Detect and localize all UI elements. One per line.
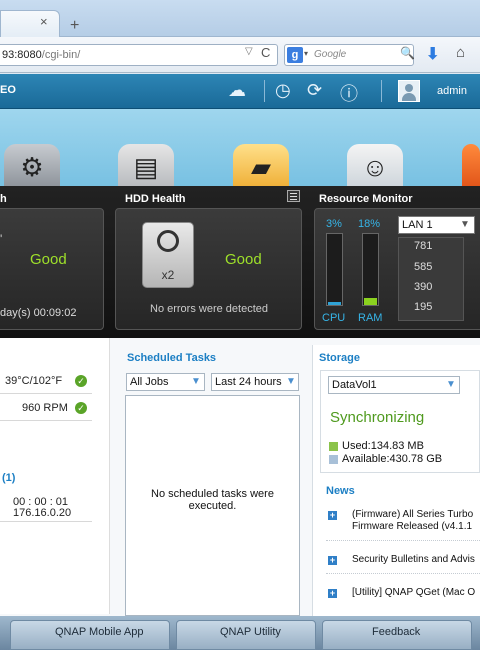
available-space: Available:430.78 GB <box>342 453 443 465</box>
header-divider <box>264 80 265 102</box>
divider <box>0 521 92 522</box>
empty-task-line: No scheduled tasks were <box>151 488 274 500</box>
divider <box>0 393 92 394</box>
chevron-down-icon[interactable]: ▼ <box>446 379 456 390</box>
hdd-health-title: HDD Health <box>125 193 186 205</box>
check-icon: ✓ <box>75 402 87 414</box>
cpu-meter <box>326 233 343 306</box>
fan-speed-value: 960 RPM <box>22 402 68 414</box>
lan-tick: 781 <box>414 240 433 252</box>
gear-icon: ⚙ <box>20 152 44 182</box>
hdd-health-status: Good <box>225 251 262 268</box>
download-icon[interactable]: ⬇ <box>426 44 439 64</box>
storage-manager-app[interactable]: ▤ <box>118 144 174 186</box>
file-station-app[interactable]: ▰ <box>233 144 289 186</box>
plus-icon[interactable]: + <box>328 511 337 520</box>
check-icon: ✓ <box>75 375 87 387</box>
utility-label: QNAP Utility <box>220 626 281 638</box>
browser-tab[interactable] <box>0 10 60 37</box>
temperature-text: 39°C/102°F <box>5 375 63 387</box>
plus-icon[interactable]: + <box>328 556 337 565</box>
person-icon: ☺ <box>361 152 389 182</box>
helpdesk-app[interactable]: ☺ <box>347 144 403 186</box>
online-users-title: (1) <box>2 472 16 484</box>
brand-name: EO <box>0 84 16 96</box>
system-health-title: h <box>0 193 7 205</box>
news-item-1-line1[interactable]: (Firmware) All Series Turbo <box>352 509 473 520</box>
health-icon: ' <box>0 232 3 246</box>
chevron-down-icon[interactable]: ▾ <box>304 49 308 58</box>
hdd-message: No errors were detected <box>150 303 268 315</box>
cpu-label: CPU <box>322 312 346 324</box>
used-space: Used:134.83 MB <box>342 440 424 452</box>
chevron-down-icon[interactable]: ▼ <box>191 376 201 387</box>
news-item-2[interactable]: Security Bulletins and Advis <box>352 554 475 565</box>
ram-meter-fill <box>364 298 377 305</box>
url-path: /cgi-bin/ <box>41 49 81 61</box>
reload-icon[interactable]: C <box>261 45 270 60</box>
news-item-3[interactable]: [Utility] QNAP QGet (Mac O <box>352 587 475 598</box>
chevron-down-icon[interactable]: ▼ <box>460 219 470 230</box>
search-go-icon[interactable]: 🔍 <box>400 46 415 60</box>
cpu-percent: 3% <box>326 218 342 230</box>
lan-tick: 195 <box>414 301 433 313</box>
feedback-label: Feedback <box>372 626 421 638</box>
lan-tick: 390 <box>414 281 433 293</box>
disk-ring-icon <box>157 230 179 252</box>
control-panel-app[interactable]: ⚙ <box>4 144 60 186</box>
uptime-text: day(s) 00:09:02 <box>0 307 77 319</box>
username[interactable]: admin <box>437 85 467 97</box>
avatar[interactable] <box>398 80 420 102</box>
system-health-status: Good <box>30 251 67 268</box>
search-placeholder: Google <box>314 49 347 60</box>
header-divider <box>381 80 382 102</box>
close-tab-icon[interactable]: × <box>40 14 48 29</box>
used-swatch <box>329 442 338 451</box>
chevron-down-icon[interactable]: ▼ <box>286 376 296 387</box>
sync-icon[interactable]: ⟳ <box>307 80 322 101</box>
volume-status: Synchronizing <box>330 409 425 426</box>
folder-icon: ▰ <box>251 152 271 182</box>
divider <box>326 573 480 574</box>
temperature-value: 39°C/102°F <box>5 375 62 387</box>
plus-icon[interactable]: + <box>328 589 337 598</box>
cpu-meter-fill <box>328 302 341 305</box>
disk-count: x2 <box>161 268 175 282</box>
menu-icon[interactable] <box>287 190 300 202</box>
empty-task-message: No scheduled tasks were executed. <box>140 488 285 512</box>
address-bar[interactable]: 93:8080/cgi-bin/ <box>0 44 278 66</box>
url-history-dropdown-icon[interactable]: ▽ <box>245 46 253 57</box>
database-icon: ▤ <box>133 152 159 182</box>
volume-select[interactable]: DataVol1 <box>328 376 460 394</box>
info-icon[interactable]: ⓘ <box>340 80 358 106</box>
ram-meter <box>362 233 379 306</box>
app-tile-partial[interactable] <box>462 144 480 186</box>
mobile-app-label: QNAP Mobile App <box>55 626 144 638</box>
home-icon[interactable]: ⌂ <box>456 44 465 61</box>
news-title: News <box>326 485 355 497</box>
search-engine-icon[interactable]: g <box>287 47 303 63</box>
divider <box>326 540 480 541</box>
ram-label: RAM <box>358 312 383 324</box>
divider <box>0 420 92 421</box>
lan-tick: 585 <box>414 261 433 273</box>
empty-task-line: executed. <box>188 500 237 512</box>
new-tab-button[interactable]: + <box>70 17 79 35</box>
scheduled-tasks-title: Scheduled Tasks <box>127 352 217 364</box>
clock-icon[interactable]: ◷ <box>275 80 291 101</box>
storage-title: Storage <box>319 352 360 364</box>
available-swatch <box>329 455 338 464</box>
url-host: 93:8080 <box>2 49 42 61</box>
session-ip: 176.16.0.20 <box>13 507 72 519</box>
ram-percent: 18% <box>358 218 381 230</box>
news-item-1-line2[interactable]: Firmware Released (v4.1.1 <box>352 521 472 532</box>
cloud-icon[interactable]: ☁ <box>228 80 246 101</box>
resource-monitor-title: Resource Monitor <box>319 193 413 205</box>
